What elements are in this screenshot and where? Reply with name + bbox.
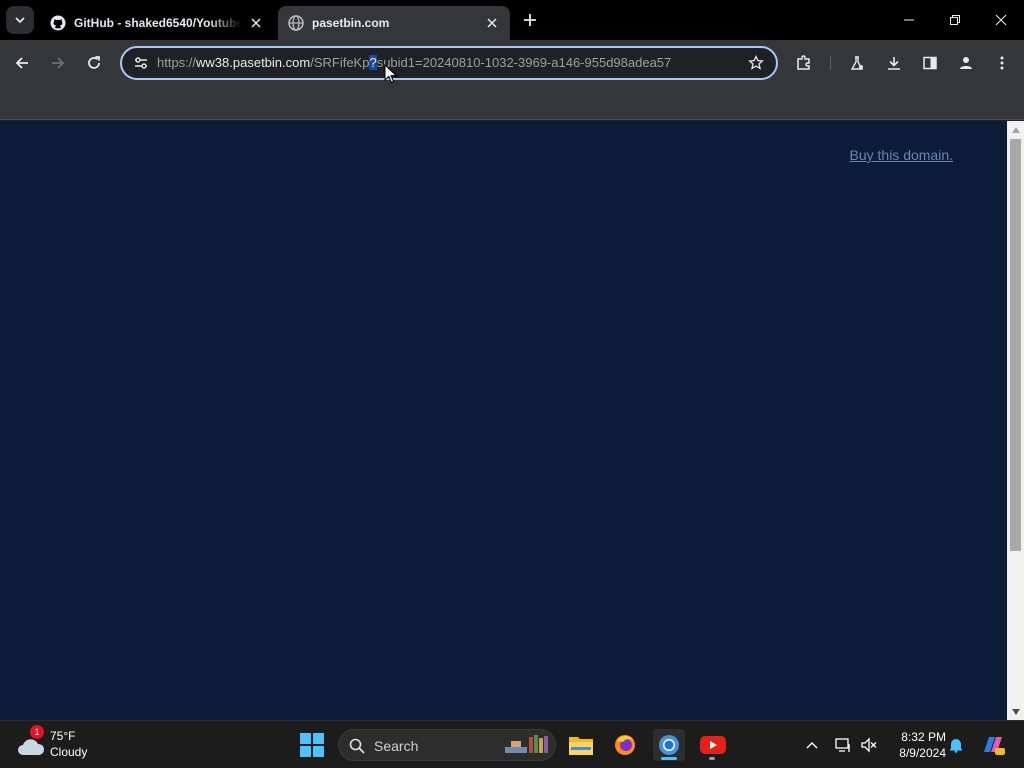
more-vert-icon — [1000, 56, 1004, 70]
active-app-indicator — [661, 757, 677, 760]
flask-icon — [850, 56, 864, 70]
menu-button[interactable] — [988, 49, 1016, 77]
arrow-left-icon — [15, 57, 28, 69]
page-scrollbar[interactable] — [1007, 121, 1024, 720]
weather-widget[interactable]: 1 75°F Cloudy — [14, 725, 124, 763]
tune-icon — [135, 57, 147, 69]
site-info-button[interactable] — [126, 48, 156, 78]
github-icon — [50, 15, 66, 31]
buy-domain-link[interactable]: Buy this domain. — [850, 147, 954, 163]
page-content: Buy this domain. — [0, 121, 1007, 720]
notification-badge: 1 — [30, 725, 44, 739]
network-icon — [835, 738, 850, 752]
start-button[interactable] — [300, 733, 324, 757]
star-icon — [748, 55, 764, 70]
triangle-up-icon — [1011, 127, 1020, 133]
back-button[interactable] — [8, 49, 36, 77]
volume-muted-icon — [861, 737, 877, 753]
tab-strip: GitHub - shaked6540/Youtube pasetbin.com — [0, 0, 1024, 40]
close-tab-button[interactable] — [484, 15, 500, 31]
new-tab-button[interactable] — [518, 8, 542, 32]
url-scheme: https:// — [157, 55, 197, 70]
arrow-right-icon — [52, 57, 65, 69]
plus-icon — [524, 14, 536, 26]
close-tab-button[interactable] — [248, 15, 264, 31]
bookmarks-bar — [0, 86, 1024, 120]
tab-title: GitHub - shaked6540/Youtube — [74, 16, 242, 30]
reload-button[interactable] — [80, 49, 108, 77]
cloud-icon — [18, 739, 45, 755]
url-path: /SRFifeKp — [310, 55, 370, 70]
clock-time: 8:32 PM — [901, 730, 946, 744]
toolbar-divider — [830, 56, 831, 70]
system-clock[interactable]: 8:32 PM 8/9/2024 — [884, 729, 946, 761]
search-label: Search — [374, 738, 419, 754]
chevron-down-icon — [15, 17, 25, 24]
network-button[interactable] — [834, 735, 854, 755]
weather-condition: Cloudy — [50, 745, 88, 759]
search-icon — [349, 738, 365, 754]
tab-search-button[interactable] — [6, 6, 34, 34]
bookmark-star-button[interactable] — [746, 53, 766, 73]
chrome-button[interactable] — [653, 729, 685, 761]
browser-window: GitHub - shaked6540/Youtube pasetbin.com — [0, 0, 1024, 768]
chrome-icon — [659, 735, 679, 755]
youtube-icon — [700, 736, 726, 754]
youtube-app-button[interactable] — [697, 729, 729, 761]
close-icon — [251, 18, 261, 28]
folder-icon — [569, 737, 593, 755]
address-bar[interactable]: https://ww38.pasetbin.com/SRFifeKp?subid… — [120, 46, 778, 80]
tab-github[interactable]: GitHub - shaked6540/Youtube — [40, 6, 274, 40]
copilot-button[interactable] — [980, 735, 1006, 755]
url-text[interactable]: https://ww38.pasetbin.com/SRFifeKp?subid… — [157, 48, 671, 78]
search-highlight-icon — [505, 735, 548, 753]
tab-pasetbin[interactable]: pasetbin.com — [278, 6, 510, 40]
clock-date: 8/9/2024 — [899, 746, 946, 760]
firefox-icon — [615, 735, 635, 755]
firefox-button[interactable] — [609, 729, 641, 761]
browser-toolbar: https://ww38.pasetbin.com/SRFifeKp?subid… — [0, 40, 1024, 86]
download-icon — [888, 57, 900, 70]
weather-temperature: 75°F — [50, 729, 76, 743]
scroll-down-button[interactable] — [1007, 704, 1024, 720]
person-icon — [960, 57, 972, 69]
url-selection: ? — [369, 55, 377, 70]
puzzle-icon — [797, 55, 810, 70]
close-window-button[interactable] — [978, 0, 1024, 40]
scroll-up-button[interactable] — [1007, 122, 1024, 138]
extensions-button[interactable] — [790, 49, 818, 77]
forward-button[interactable] — [44, 49, 72, 77]
restore-icon — [950, 15, 960, 25]
triangle-down-icon — [1011, 709, 1020, 715]
side-panel-icon — [923, 56, 937, 70]
chevron-up-icon — [806, 742, 818, 749]
running-app-indicator — [709, 757, 715, 760]
show-hidden-icons-button[interactable] — [802, 735, 822, 755]
minimize-button[interactable] — [886, 0, 932, 40]
copilot-icon — [984, 737, 1005, 755]
profile-button[interactable] — [952, 49, 980, 77]
side-panel-button[interactable] — [916, 49, 944, 77]
windows-taskbar: 1 75°F Cloudy Search 8:32 PM 8/9/2024 — [0, 720, 1024, 768]
tab-title: pasetbin.com — [312, 16, 390, 30]
labs-button[interactable] — [843, 49, 871, 77]
reload-icon — [88, 56, 100, 69]
close-icon — [487, 18, 497, 28]
close-icon — [995, 14, 1007, 26]
downloads-button[interactable] — [880, 49, 908, 77]
url-query: subid1=20240810-1032-3969-a146-955d98ade… — [376, 55, 672, 70]
notifications-button[interactable] — [946, 735, 966, 755]
file-explorer-button[interactable] — [565, 729, 597, 761]
minimize-icon — [904, 19, 914, 21]
bell-icon — [950, 739, 962, 753]
globe-icon — [288, 15, 304, 31]
restore-button[interactable] — [932, 0, 978, 40]
scroll-thumb[interactable] — [1010, 139, 1021, 551]
volume-button[interactable] — [859, 735, 879, 755]
url-host: ww38.pasetbin.com — [196, 55, 311, 70]
windows-logo-icon — [300, 733, 324, 757]
mouse-cursor-icon — [384, 64, 398, 84]
taskbar-search[interactable]: Search — [338, 729, 556, 761]
